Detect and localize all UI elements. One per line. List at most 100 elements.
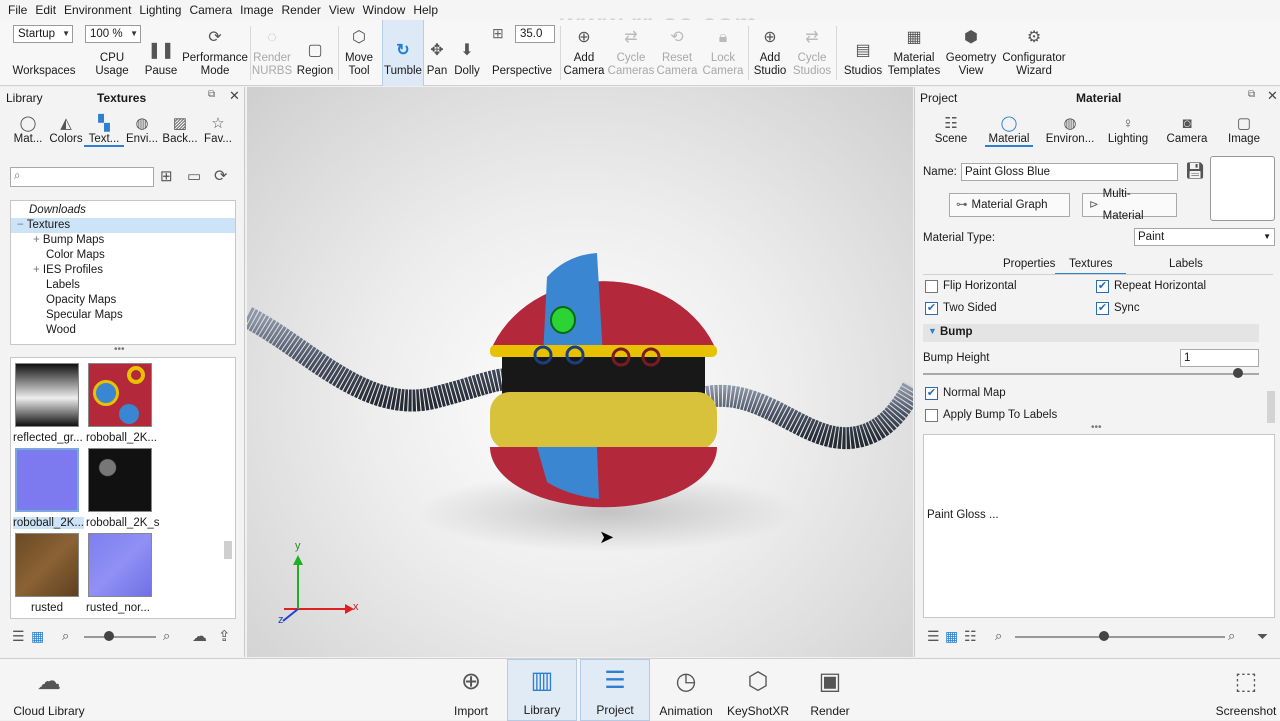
folder-icon[interactable]: ▭ xyxy=(187,167,201,185)
thumbnail-roboball-color[interactable] xyxy=(88,363,152,427)
tree-item[interactable]: Wood xyxy=(11,323,235,338)
pan-button[interactable]: ✥ Pan xyxy=(425,20,449,86)
menu-file[interactable]: File xyxy=(4,0,31,20)
menu-render[interactable]: Render xyxy=(278,0,325,20)
tumble-button[interactable]: ↻ Tumble xyxy=(382,20,424,86)
cycle-studios-button[interactable]: ⇄ Cycle Studios xyxy=(792,20,832,86)
close-icon[interactable]: ✕ xyxy=(229,88,240,104)
tree-item-selected[interactable]: − Textures xyxy=(11,218,235,233)
cpu-usage-button[interactable]: CPU Usage xyxy=(82,20,142,86)
two-sided-checkbox[interactable]: ✔ xyxy=(925,302,938,315)
import-folder-icon[interactable]: ⊞ xyxy=(160,167,173,185)
tab-environments[interactable]: ◍ Envi... xyxy=(122,113,162,145)
tree-item[interactable]: + IES Profiles xyxy=(11,263,235,278)
render-viewport[interactable]: x y z ➤ xyxy=(247,87,913,657)
material-type-select[interactable]: Paint ▼ xyxy=(1134,228,1275,246)
animation-button[interactable]: ◷ Animation xyxy=(656,659,716,721)
list-view-icon[interactable]: ☰ xyxy=(12,628,25,645)
add-camera-button[interactable]: ⊕ Add Camera xyxy=(562,20,606,86)
filter-icon[interactable]: ⏷ xyxy=(1257,628,1268,645)
tab-colors[interactable]: ◭ Colors xyxy=(46,113,86,145)
slider-knob[interactable] xyxy=(1233,368,1243,378)
library-toggle-button[interactable]: ▥ Library xyxy=(507,659,577,721)
thumbnail-rusted[interactable] xyxy=(15,533,79,597)
reset-camera-button[interactable]: ⟲ Reset Camera xyxy=(655,20,699,86)
bump-height-input[interactable]: 1 xyxy=(1180,349,1259,367)
bump-section-header[interactable]: ▼ Bump xyxy=(923,324,1259,342)
undock-icon[interactable]: ⧉ xyxy=(1248,89,1255,100)
render-button[interactable]: ▣ Render xyxy=(804,659,856,721)
normal-map-checkbox[interactable]: ✔ xyxy=(925,387,938,400)
tab-materials[interactable]: ◯ Mat... xyxy=(8,113,48,145)
dolly-button[interactable]: ⬇ Dolly xyxy=(451,20,483,86)
apply-bump-checkbox[interactable] xyxy=(925,409,938,422)
tab-textures[interactable]: ▚ Text... xyxy=(84,113,124,147)
render-nurbs-button[interactable]: ◌ Render NURBS xyxy=(252,20,292,86)
multi-material-button[interactable]: ⊳ Multi-Material xyxy=(1082,188,1177,222)
zoom-in-icon[interactable]: ⌕ xyxy=(163,628,170,644)
keyshotxr-button[interactable]: ⬡ KeyShotXR xyxy=(726,659,790,721)
subtab-properties[interactable]: Properties xyxy=(1003,258,1055,270)
refresh-icon[interactable]: ⟳ xyxy=(214,166,227,186)
tab-backplates[interactable]: ▨ Back... xyxy=(160,113,200,145)
tree-item[interactable]: Specular Maps xyxy=(11,308,235,323)
menu-edit[interactable]: Edit xyxy=(31,0,60,20)
zoom-in-icon[interactable]: ⌕ xyxy=(1228,628,1235,644)
zoom-out-icon[interactable]: ⌕ xyxy=(62,628,69,644)
workspaces-button[interactable]: Workspaces xyxy=(10,20,78,86)
screenshot-button[interactable]: ⬚ Screenshot xyxy=(1214,659,1278,721)
close-icon[interactable]: ✕ xyxy=(1267,88,1278,104)
performance-mode-button[interactable]: ⟳ Performance Mode xyxy=(182,20,248,86)
thumbnail-size-slider[interactable] xyxy=(84,636,156,638)
region-button[interactable]: ▢ Region xyxy=(294,20,336,86)
material-templates-button[interactable]: ▦ Material Templates xyxy=(886,20,942,86)
project-toggle-button[interactable]: ☰ Project xyxy=(580,659,650,721)
slider-knob[interactable] xyxy=(1099,631,1109,641)
tab-environment[interactable]: ◍ Environ... xyxy=(1043,113,1097,145)
menu-image[interactable]: Image xyxy=(236,0,277,20)
menu-environment[interactable]: Environment xyxy=(60,0,135,20)
repeat-horizontal-checkbox[interactable]: ✔ xyxy=(1096,280,1109,293)
geometry-view-button[interactable]: ⬢ Geometry View xyxy=(944,20,998,86)
grid-view-icon[interactable]: ▦ xyxy=(945,628,958,645)
flip-horizontal-checkbox[interactable] xyxy=(925,280,938,293)
tree-item[interactable]: Opacity Maps xyxy=(11,293,235,308)
menu-lighting[interactable]: Lighting xyxy=(135,0,185,20)
material-graph-button[interactable]: ⊶ Material Graph xyxy=(949,193,1070,217)
tree-item[interactable]: Downloads xyxy=(11,203,235,218)
preview-size-slider[interactable] xyxy=(1015,636,1225,638)
tab-scene[interactable]: ☷ Scene xyxy=(928,113,974,145)
configurator-wizard-button[interactable]: ⚙ Configurator Wizard xyxy=(1000,20,1068,86)
subtab-labels[interactable]: Labels xyxy=(1169,258,1203,270)
studios-button[interactable]: ▤ Studios xyxy=(842,20,884,86)
material-name-field[interactable]: Paint Gloss Blue xyxy=(961,163,1178,181)
tab-favorites[interactable]: ☆ Fav... xyxy=(198,113,238,145)
bump-height-slider[interactable] xyxy=(923,373,1259,375)
move-tool-button[interactable]: ⬡ Move Tool xyxy=(340,20,378,86)
upload-icon[interactable]: ☁ xyxy=(192,627,207,645)
subtab-textures[interactable]: Textures xyxy=(1055,258,1127,275)
menu-view[interactable]: View xyxy=(325,0,359,20)
splitter-handle[interactable]: ••• xyxy=(114,344,125,355)
tree-item[interactable]: Color Maps xyxy=(11,248,235,263)
splitter-handle[interactable]: ••• xyxy=(1091,422,1102,433)
tab-image[interactable]: ▢ Image xyxy=(1221,113,1267,145)
library-search-input[interactable]: ⌕ xyxy=(10,167,154,187)
properties-scrollbar[interactable] xyxy=(1267,391,1275,423)
cycle-cameras-button[interactable]: ⇄ Cycle Cameras xyxy=(608,20,655,86)
add-studio-button[interactable]: ⊕ Add Studio xyxy=(750,20,790,86)
thumbnail-roboball-specular[interactable] xyxy=(88,448,152,512)
tree-item[interactable]: Labels xyxy=(11,278,235,293)
thumbnail-reflected-gradient[interactable] xyxy=(15,363,79,427)
thumbnail-rusted-normal[interactable] xyxy=(88,533,152,597)
lock-camera-button[interactable]: 🔒︎ Lock Camera xyxy=(701,20,745,86)
zoom-out-icon[interactable]: ⌕ xyxy=(995,628,1002,644)
slider-knob[interactable] xyxy=(104,631,114,641)
share-icon[interactable]: ⇪ xyxy=(218,627,231,645)
list-view-icon[interactable]: ☰ xyxy=(927,628,940,645)
thumbnail-roboball-normal[interactable] xyxy=(15,448,79,512)
menu-help[interactable]: Help xyxy=(409,0,442,20)
sync-checkbox[interactable]: ✔ xyxy=(1096,302,1109,315)
tab-material[interactable]: ◯ Material xyxy=(985,113,1033,147)
tree-item[interactable]: + Bump Maps xyxy=(11,233,235,248)
